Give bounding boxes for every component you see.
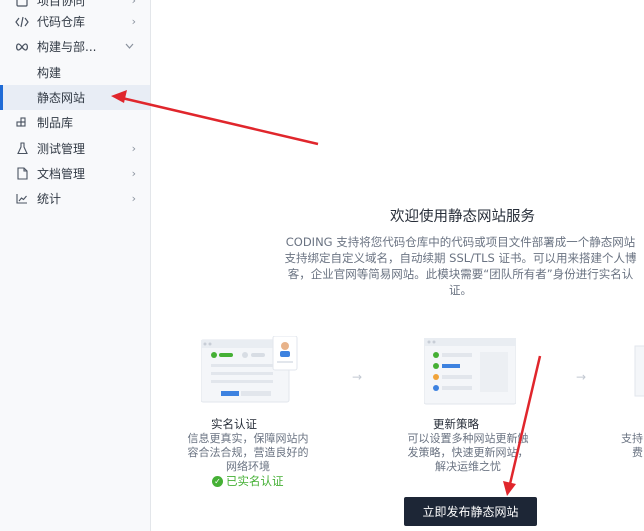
chevron-right-icon: › — [131, 192, 136, 205]
sidebar-item-label: 构建与部... — [37, 40, 97, 54]
artifact-icon — [15, 116, 29, 130]
sidebar-item-label: 测试管理 — [37, 142, 86, 156]
sidebar-item-build-deploy[interactable]: 构建与部... — [0, 34, 150, 59]
main-content: 欢迎使用静态网站服务 CODING 支持将您代码仓库中的代码或项目文件部署成一个… — [151, 0, 644, 531]
infinity-icon — [15, 40, 29, 54]
sidebar-item-build[interactable]: 构建 — [0, 60, 150, 85]
publish-static-site-button[interactable]: 立即发布静态网站 — [404, 497, 537, 526]
sidebar-item-test-mgmt[interactable]: 测试管理 › — [0, 136, 150, 161]
chevron-down-icon — [125, 41, 134, 52]
chart-icon — [15, 192, 29, 206]
sidebar-item-label: 统计 — [37, 192, 62, 206]
project-icon — [15, 0, 29, 8]
sidebar-item-static-site[interactable]: 静态网站 — [0, 85, 150, 110]
sidebar-item-stats[interactable]: 统计 › — [0, 186, 150, 211]
step-title-update: 更新策略 — [433, 417, 479, 431]
step-desc-update: 可以设置多种网站更新触 发策略，快速更新网站， 解决运维之忧 — [407, 432, 529, 473]
step-title-identity: 实名认证 — [211, 417, 257, 431]
sidebar-item-label: 制品库 — [37, 116, 74, 130]
check-circle-icon: ✓ — [212, 475, 223, 487]
sidebar-item-code-repo[interactable]: 代码仓库 › — [0, 9, 150, 34]
step-arrow-icon: → — [352, 370, 363, 384]
chevron-right-icon: › — [131, 167, 136, 180]
update-strategy-illustration — [423, 337, 517, 408]
document-icon — [15, 167, 29, 181]
chevron-right-icon: › — [131, 142, 136, 155]
sidebar-item-label: 文档管理 — [37, 167, 86, 181]
step-arrow-icon: → — [576, 370, 587, 384]
code-icon — [15, 15, 29, 29]
sidebar-item-label: 构建 — [37, 66, 62, 80]
identity-illustration — [200, 335, 301, 406]
sidebar-item-docs[interactable]: 文档管理 › — [0, 161, 150, 186]
verified-status: ✓ 已实名认证 — [212, 473, 284, 489]
sidebar: 项目协同 › 代码仓库 › 构建与部... 构建 静态网站 制品库 测试管理 ›… — [0, 0, 151, 531]
sidebar-item-label: 项目协同 — [37, 0, 86, 8]
step-desc-identity: 信息更真实，保障网站内 容合法合规，营造良好的 网络环境 — [187, 432, 309, 473]
chevron-right-icon: › — [131, 15, 136, 28]
step-desc-partial: 支持 费 — [621, 432, 643, 459]
page-title: 欢迎使用静态网站服务 — [390, 209, 535, 225]
service-description: CODING 支持将您代码仓库中的代码或项目文件部署成一个静态网站 支持绑定自定… — [284, 235, 637, 297]
sidebar-item-label: 代码仓库 — [37, 15, 86, 29]
sidebar-item-artifacts[interactable]: 制品库 — [0, 110, 150, 135]
step3-illustration — [631, 338, 644, 408]
flask-icon — [15, 142, 29, 156]
sidebar-item-label: 静态网站 — [37, 91, 86, 105]
